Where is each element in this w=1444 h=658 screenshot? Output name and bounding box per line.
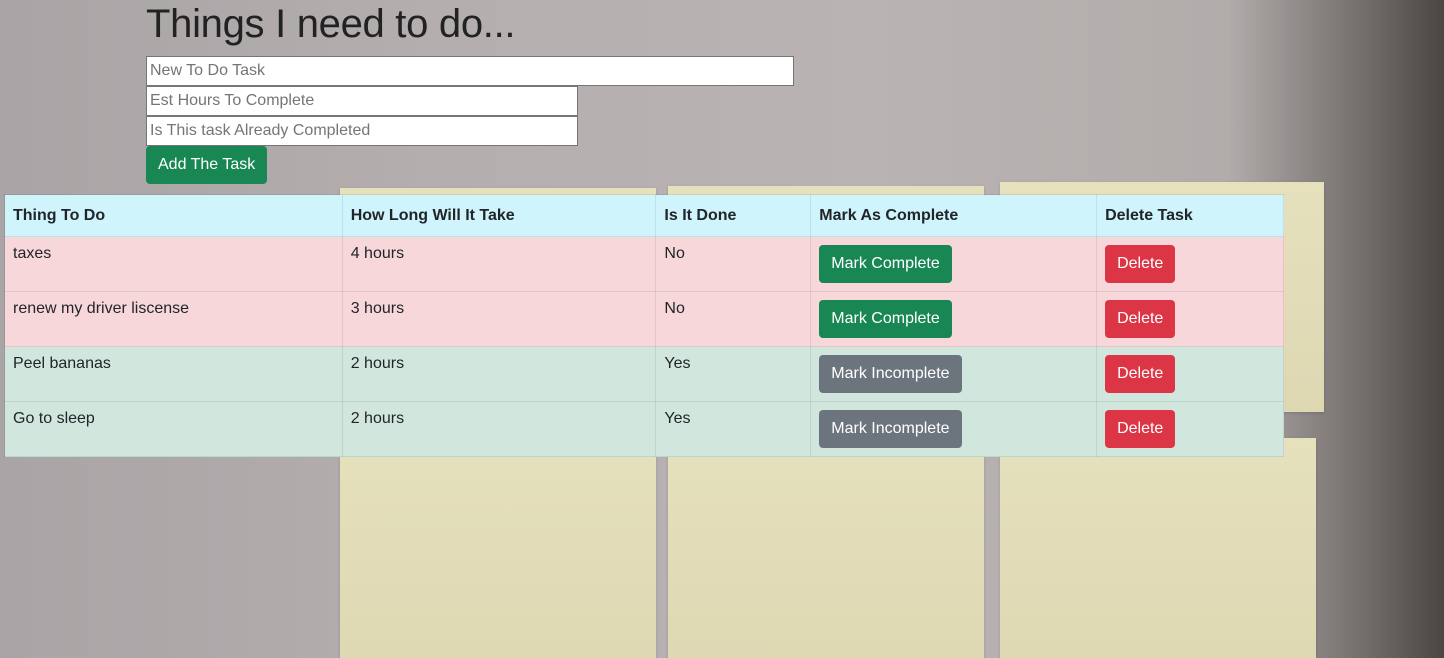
column-header-done: Is It Done	[655, 194, 812, 237]
column-header-hours: How Long Will It Take	[341, 194, 657, 237]
task-input[interactable]	[146, 56, 794, 86]
task-name: Go to sleep	[4, 401, 343, 457]
task-name: renew my driver liscense	[4, 291, 343, 347]
delete-button[interactable]: Delete	[1105, 300, 1176, 338]
table-row: Go to sleep 2 hours Yes Mark Incomplete …	[4, 401, 1284, 457]
page-title: Things I need to do...	[146, 2, 516, 46]
add-task-button[interactable]: Add The Task	[146, 146, 268, 184]
task-name: taxes	[4, 236, 343, 292]
task-hours: 2 hours	[341, 401, 657, 457]
task-name: Peel bananas	[4, 346, 343, 402]
column-header-mark: Mark As Complete	[810, 194, 1098, 237]
page: Things I need to do... Add The Task Thin…	[0, 0, 1444, 658]
delete-button[interactable]: Delete	[1105, 410, 1176, 448]
table-row: taxes 4 hours No Mark Complete Delete	[4, 236, 1284, 292]
mark-complete-button[interactable]: Mark Complete	[819, 300, 952, 338]
completed-input[interactable]	[146, 116, 578, 146]
delete-button[interactable]: Delete	[1105, 245, 1176, 283]
task-done: Yes	[655, 346, 812, 402]
task-table: Thing To Do How Long Will It Take Is It …	[4, 194, 1284, 457]
column-header-delete: Delete Task	[1096, 194, 1284, 237]
task-hours: 2 hours	[341, 346, 657, 402]
mark-complete-button[interactable]: Mark Complete	[819, 245, 952, 283]
task-done: No	[655, 236, 812, 292]
hours-input[interactable]	[146, 86, 578, 116]
delete-button[interactable]: Delete	[1105, 355, 1176, 393]
table-row: renew my driver liscense 3 hours No Mark…	[4, 291, 1284, 347]
task-done: Yes	[655, 401, 812, 457]
mark-incomplete-button[interactable]: Mark Incomplete	[819, 355, 962, 393]
mark-incomplete-button[interactable]: Mark Incomplete	[819, 410, 962, 448]
task-hours: 3 hours	[341, 291, 657, 347]
task-hours: 4 hours	[341, 236, 657, 292]
task-done: No	[655, 291, 812, 347]
table-row: Peel bananas 2 hours Yes Mark Incomplete…	[4, 346, 1284, 402]
column-header-task: Thing To Do	[4, 194, 343, 237]
table-header-row: Thing To Do How Long Will It Take Is It …	[4, 194, 1284, 237]
